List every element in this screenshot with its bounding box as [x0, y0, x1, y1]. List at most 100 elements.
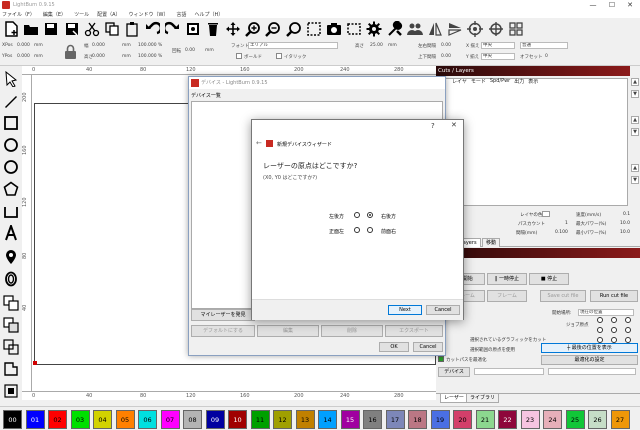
palette-color-25[interactable]: 25: [565, 410, 585, 429]
zoom-fit-icon[interactable]: [285, 20, 303, 38]
copy-icon[interactable]: [103, 20, 121, 38]
minimize-button[interactable]: —: [584, 0, 602, 10]
menu-arrange[interactable]: 配置（A）: [97, 11, 120, 18]
palette-color-27[interactable]: 27: [610, 410, 630, 429]
palette-color-12[interactable]: 12: [273, 410, 292, 429]
delete-icon[interactable]: [204, 20, 222, 38]
palette-color-10[interactable]: 10: [228, 410, 247, 429]
menu-file[interactable]: ファイル（F）: [2, 11, 35, 18]
origin-option-rear-left-radio[interactable]: [354, 212, 360, 218]
text-size-value[interactable]: 25.00: [370, 43, 383, 48]
origin-radio-mr[interactable]: [625, 327, 631, 333]
close-window-button[interactable]: ✕: [621, 0, 639, 10]
start-from-select[interactable]: 現在の位置: [578, 309, 634, 316]
settings-gear-icon[interactable]: [365, 20, 383, 38]
ellipse-tool-icon[interactable]: [2, 136, 20, 154]
layer-opt-up-button[interactable]: ▲: [631, 164, 639, 172]
save-icon[interactable]: [42, 20, 60, 38]
palette-color-00[interactable]: 00: [3, 410, 22, 429]
undo-icon[interactable]: [143, 20, 161, 38]
run-cut-file-button[interactable]: Run cut file: [590, 290, 638, 302]
boolean-diff-icon[interactable]: [2, 316, 20, 334]
min-power-value[interactable]: 10.0: [620, 230, 630, 235]
devices-cancel-button[interactable]: Cancel: [413, 342, 443, 352]
move-to-last-position-button[interactable]: ┼ 最後の位置を表示: [541, 343, 638, 353]
font-select[interactable]: エリアル: [248, 42, 338, 49]
tab-move[interactable]: 移動: [482, 238, 501, 247]
xalign-select[interactable]: 中央: [481, 42, 515, 49]
palette-color-18[interactable]: 18: [408, 410, 427, 429]
passes-value[interactable]: 1: [565, 221, 568, 226]
export-device-button[interactable]: エクスポート: [385, 325, 443, 337]
zoom-out-icon[interactable]: [264, 20, 282, 38]
palette-color-05[interactable]: 05: [115, 410, 135, 429]
layer-down-button[interactable]: ▼: [631, 128, 639, 136]
height-percent[interactable]: 100.000: [138, 54, 157, 59]
text-mode-select[interactable]: 普通: [520, 42, 568, 49]
palette-color-09[interactable]: 09: [205, 410, 225, 429]
align-icon[interactable]: [2, 382, 20, 400]
corner-tool-icon[interactable]: [2, 202, 20, 220]
pentagon-tool-icon[interactable]: [2, 180, 20, 198]
palette-color-04[interactable]: 04: [93, 410, 112, 429]
palette-color-22[interactable]: 22: [498, 410, 517, 429]
boolean-union-icon[interactable]: [2, 294, 20, 312]
width-value[interactable]: 0.000: [92, 43, 105, 48]
menu-edit[interactable]: 編集（E）: [43, 11, 66, 18]
camera-icon[interactable]: [325, 20, 343, 38]
edit-device-button[interactable]: 編集: [257, 325, 319, 337]
layer-up-button[interactable]: ▲: [631, 116, 639, 124]
palette-color-15[interactable]: 15: [340, 410, 360, 429]
vspace-value[interactable]: 0.00: [441, 54, 451, 59]
palette-color-11[interactable]: 11: [250, 410, 270, 429]
ypos-value[interactable]: 0.000: [17, 54, 30, 59]
move-layer-up-button[interactable]: ▲: [631, 78, 639, 86]
palette-color-06[interactable]: 06: [138, 410, 157, 429]
palette-color-26[interactable]: 26: [588, 410, 607, 429]
select-arrow-icon[interactable]: [2, 70, 20, 88]
boolean-intersect-icon[interactable]: [2, 338, 20, 356]
users-icon[interactable]: [406, 20, 424, 38]
edit-nodes-icon[interactable]: [2, 92, 20, 110]
grid-icon[interactable]: [507, 20, 525, 38]
open-folder-icon[interactable]: [22, 20, 40, 38]
origin-radio-ml[interactable]: [597, 327, 603, 333]
devices-button[interactable]: デバイス: [438, 367, 470, 377]
set-default-button[interactable]: デフォルトにする: [191, 325, 255, 337]
palette-color-01[interactable]: 01: [25, 410, 45, 429]
hspace-value[interactable]: 0.00: [441, 43, 451, 48]
width-percent[interactable]: 100.000: [138, 43, 157, 48]
offset-value[interactable]: 0: [545, 54, 548, 59]
mirror-v-icon[interactable]: [446, 20, 464, 38]
menu-language[interactable]: 言語: [176, 11, 186, 18]
cut-selected-label[interactable]: 選択されているグラフィックをカット: [470, 337, 546, 343]
interval-value[interactable]: 0.100: [555, 230, 568, 235]
origin-radio-tr[interactable]: [625, 317, 631, 323]
frame-rubberband-button[interactable]: フレーム: [487, 290, 527, 302]
height-value[interactable]: 0.000: [92, 54, 105, 59]
find-my-laser-button[interactable]: マイレーザーを発見: [191, 309, 255, 321]
redo-icon[interactable]: [164, 20, 182, 38]
frame-select-icon[interactable]: [305, 20, 323, 38]
xpos-value[interactable]: 0.000: [17, 43, 30, 48]
maximize-button[interactable]: ☐: [603, 0, 621, 10]
palette-color-17[interactable]: 17: [385, 410, 405, 429]
palette-color-16[interactable]: 16: [363, 410, 382, 429]
rectangle-tool-icon[interactable]: [2, 114, 20, 132]
palette-color-13[interactable]: 13: [295, 410, 315, 429]
save-as-icon[interactable]: [63, 20, 81, 38]
palette-color-08[interactable]: 08: [183, 410, 202, 429]
palette-color-23[interactable]: 23: [520, 410, 540, 429]
zoom-in-icon[interactable]: [244, 20, 262, 38]
weld-icon[interactable]: [2, 360, 20, 378]
device-select[interactable]: [474, 368, 544, 375]
wizard-next-button[interactable]: Next: [388, 305, 422, 315]
trace-icon[interactable]: [184, 20, 202, 38]
paste-icon[interactable]: [123, 20, 141, 38]
save-cut-file-button[interactable]: Save cut file: [540, 290, 586, 302]
palette-color-02[interactable]: 02: [48, 410, 67, 429]
tab-laser[interactable]: レーザー: [440, 394, 468, 403]
delete-device-button[interactable]: 削除: [321, 325, 383, 337]
palette-color-19[interactable]: 19: [430, 410, 450, 429]
palette-color-24[interactable]: 24: [543, 410, 562, 429]
